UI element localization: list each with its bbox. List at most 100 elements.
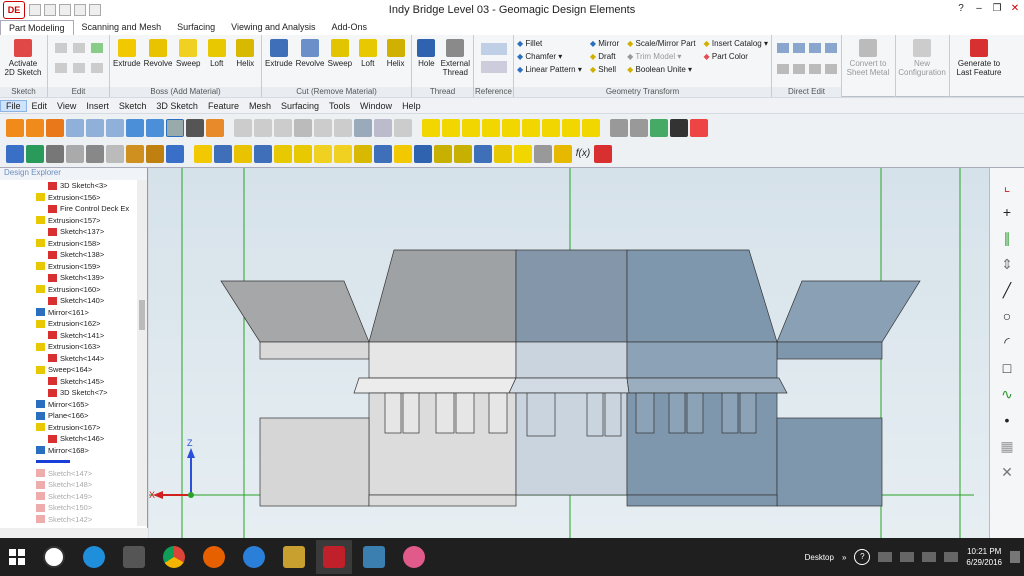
box-back-icon[interactable]	[442, 118, 460, 137]
zoom-window-icon[interactable]	[86, 118, 104, 137]
save-icon[interactable]	[59, 4, 71, 16]
notification-icon[interactable]	[1010, 551, 1020, 563]
mesh-surface-icon[interactable]	[630, 118, 648, 137]
line-icon[interactable]: ╱	[998, 282, 1016, 298]
start-button[interactable]	[0, 538, 34, 576]
menu-window[interactable]: Window	[355, 101, 397, 111]
taskbar-app2[interactable]	[236, 540, 272, 574]
redo-icon[interactable]	[89, 4, 101, 16]
tree-item[interactable]: Mirror<165>	[0, 399, 136, 411]
edit-radius-icon[interactable]	[825, 64, 837, 74]
taskbar-app4[interactable]	[356, 540, 392, 574]
table-icon[interactable]	[86, 145, 104, 163]
pattern-icon[interactable]	[454, 145, 472, 163]
rib-icon[interactable]	[434, 145, 452, 163]
taskbar-app[interactable]	[116, 540, 152, 574]
tree-item[interactable]: Sketch<150>	[0, 502, 136, 514]
taskbar-app3[interactable]	[276, 540, 312, 574]
tab-part-modeling[interactable]: Part Modeling	[0, 20, 74, 35]
transform-icon[interactable]	[514, 145, 532, 163]
pan-icon[interactable]	[26, 118, 44, 137]
3d-viewport[interactable]: Z X	[149, 168, 989, 538]
arrow-down-icon[interactable]	[562, 118, 580, 137]
boss-extrude-button[interactable]: Extrude	[113, 37, 141, 85]
chamfer-button[interactable]: ◆ Chamfer ▾	[517, 52, 582, 61]
extrude-icon[interactable]	[194, 145, 212, 163]
boss-helix-button[interactable]: Helix	[232, 37, 258, 85]
cut-extrude-button[interactable]: Extrude	[265, 37, 293, 85]
regenerate-icon[interactable]	[594, 145, 612, 163]
tree-item[interactable]: Sketch<142>	[0, 514, 136, 526]
dimension-icon[interactable]: ⇕	[998, 256, 1016, 272]
help-icon[interactable]: ?	[952, 0, 970, 18]
previous-view-icon[interactable]	[126, 118, 144, 137]
sketch-view-icon[interactable]	[234, 118, 252, 137]
edit-chamfer-icon[interactable]	[793, 64, 805, 74]
tree-item[interactable]: Extrusion<156>	[0, 192, 136, 204]
menu-help[interactable]: Help	[397, 101, 426, 111]
ruler-icon[interactable]	[126, 145, 144, 163]
tree-item[interactable]: Plane<166>	[0, 410, 136, 422]
tree-item[interactable]: Extrusion<157>	[0, 215, 136, 227]
axis-icon[interactable]	[26, 145, 44, 163]
tray-icon-1[interactable]	[878, 552, 893, 562]
zoom-icon[interactable]	[66, 118, 84, 137]
constraint-icon[interactable]	[254, 118, 272, 137]
plane-icon[interactable]	[481, 43, 507, 55]
tray-icon-4[interactable]	[944, 552, 959, 562]
tree-item[interactable]: Extrusion<158>	[0, 238, 136, 250]
cut-sweep-button[interactable]: Sweep	[327, 37, 352, 85]
replace-face-icon[interactable]	[809, 43, 821, 53]
generate-last-feature-button[interactable]: Generate to Last Feature	[953, 37, 1005, 85]
arrow-return-icon[interactable]	[582, 118, 600, 137]
offset-face-icon[interactable]	[793, 43, 805, 53]
draft-icon[interactable]	[394, 145, 412, 163]
cut-revolve-button[interactable]: Revolve	[296, 37, 324, 85]
balance-icon[interactable]	[146, 145, 164, 163]
menu-mesh[interactable]: Mesh	[244, 101, 276, 111]
tree-item[interactable]: Extrusion<167>	[0, 422, 136, 434]
shell-icon[interactable]	[374, 145, 392, 163]
zoom-fit-icon[interactable]	[106, 118, 124, 137]
edit-round-icon[interactable]	[777, 64, 789, 74]
linear-pattern-button[interactable]: ◆ Linear Pattern ▾	[517, 65, 582, 74]
boss-loft-button[interactable]: Loft	[204, 37, 230, 85]
spline-icon[interactable]: ∿	[998, 386, 1016, 402]
tab-scanning-mesh[interactable]: Scanning and Mesh	[74, 20, 170, 35]
paste-icon[interactable]	[91, 43, 103, 53]
scale-icon[interactable]	[554, 145, 572, 163]
cut-extrude-icon[interactable]	[214, 145, 232, 163]
tree-item[interactable]: Sketch<139>	[0, 272, 136, 284]
scrollbar-thumb[interactable]	[139, 300, 145, 330]
cut-helix-button[interactable]: Helix	[383, 37, 408, 85]
menu-sketch[interactable]: Sketch	[114, 101, 152, 111]
loft-icon[interactable]	[274, 145, 292, 163]
tree-item[interactable]: Sketch<137>	[0, 226, 136, 238]
dimension-view-icon[interactable]	[274, 118, 292, 137]
parallel-icon[interactable]: ∥	[998, 230, 1016, 246]
menu-surfacing[interactable]: Surfacing	[276, 101, 324, 111]
sweep2-icon[interactable]	[334, 145, 352, 163]
rollback-bar[interactable]	[0, 456, 136, 468]
tree-item[interactable]: 3D Sketch<3>	[0, 180, 136, 192]
trim-model-button[interactable]: ◆ Trim Model ▾	[627, 52, 695, 61]
delete-icon[interactable]	[55, 63, 67, 73]
database-icon[interactable]	[534, 145, 552, 163]
tab-viewing-analysis[interactable]: Viewing and Analysis	[223, 20, 323, 35]
tree-item[interactable]: Sketch<148>	[0, 479, 136, 491]
taskbar-firefox[interactable]	[196, 540, 232, 574]
boolean-unite-button[interactable]: ◆ Boolean Unite ▾	[627, 65, 695, 74]
box-top-icon[interactable]	[462, 118, 480, 137]
tree-item[interactable]: Mirror<161>	[0, 307, 136, 319]
hole-icon[interactable]	[414, 145, 432, 163]
edit-hole-icon[interactable]	[809, 64, 821, 74]
grid-icon[interactable]: ▦	[998, 438, 1016, 454]
close-button[interactable]: ✕	[1006, 0, 1024, 18]
menu-feature[interactable]: Feature	[203, 101, 244, 111]
monitor-icon[interactable]	[166, 145, 184, 163]
box-bottom-icon[interactable]	[482, 118, 500, 137]
contour-icon[interactable]	[334, 118, 352, 137]
circle-icon[interactable]: ○	[998, 308, 1016, 324]
open-icon[interactable]	[44, 4, 56, 16]
new-configuration-button[interactable]: New Configuration	[898, 37, 946, 85]
